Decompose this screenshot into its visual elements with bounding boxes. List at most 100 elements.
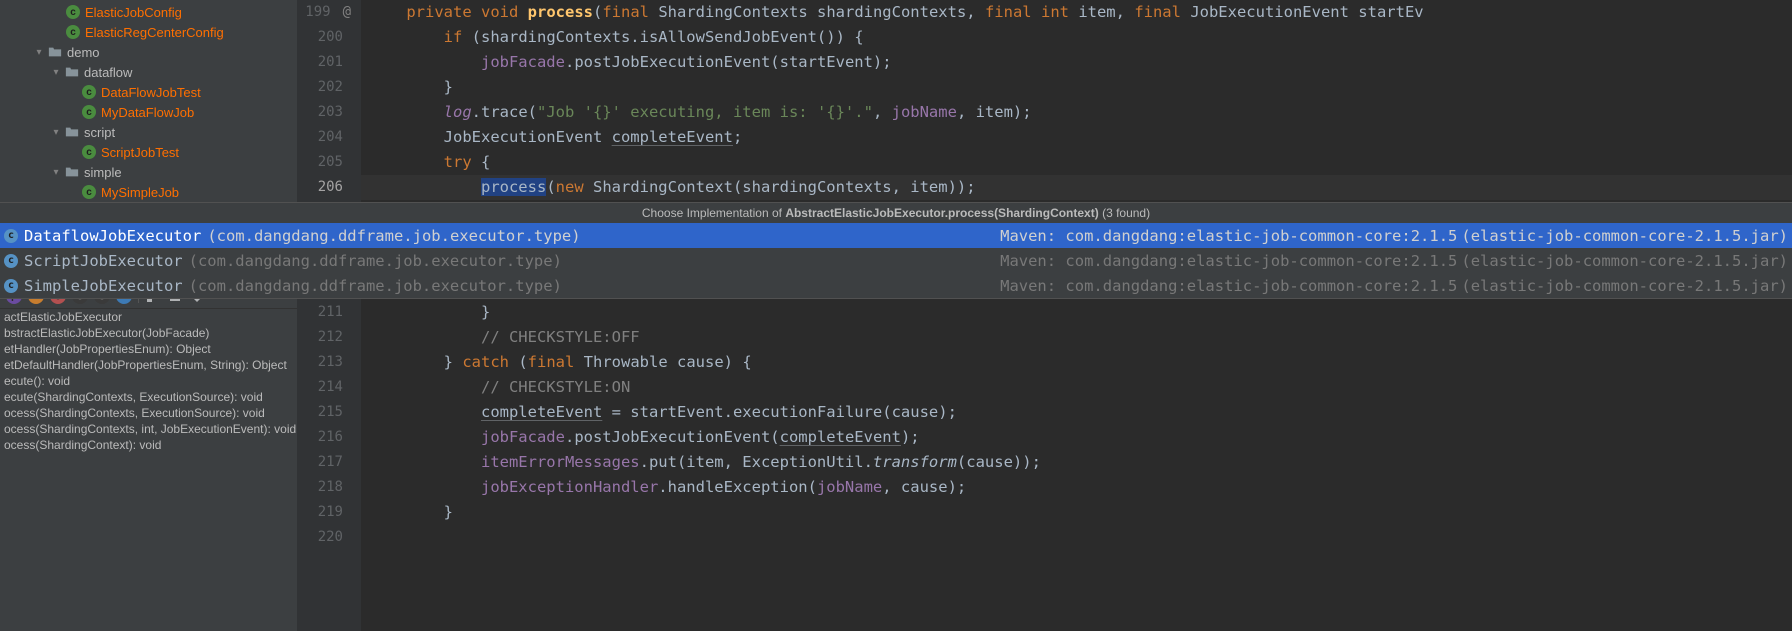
code-line[interactable]: [361, 525, 1792, 550]
gutter-line-number[interactable]: 205: [297, 150, 343, 175]
folder-icon: [48, 45, 62, 59]
tree-item-mydataflowjob[interactable]: c MyDataFlowJob: [0, 102, 297, 122]
code-line[interactable]: JobExecutionEvent completeEvent;: [361, 125, 1792, 150]
impl-maven-coords: Maven: com.dangdang:elastic-job-common-c…: [1000, 252, 1457, 270]
class-icon: c: [4, 229, 18, 243]
tree-item-elasticregcenterconfig[interactable]: cElasticRegCenterConfig: [0, 22, 297, 42]
code-line[interactable]: }: [361, 75, 1792, 100]
tree-item-mysimplejob[interactable]: c MySimpleJob: [0, 182, 297, 202]
class-icon: c: [82, 145, 96, 159]
structure-item[interactable]: etDefaultHandler(JobPropertiesEnum, Stri…: [0, 357, 297, 373]
class-icon: c: [82, 85, 96, 99]
gutter-line-number[interactable]: 211: [297, 300, 343, 325]
implementation-popup: Choose Implementation of AbstractElastic…: [0, 202, 1792, 299]
structure-item[interactable]: ocess(ShardingContexts, ExecutionSource)…: [0, 405, 297, 421]
tree-item-label: DataFlowJobTest: [101, 85, 201, 100]
class-icon: c: [66, 25, 80, 39]
gutter-line-number[interactable]: 217: [297, 450, 343, 475]
gutter-line-number[interactable]: 200: [297, 25, 343, 50]
gutter-line-number[interactable]: 206: [297, 175, 343, 200]
structure-item[interactable]: bstractElasticJobExecutor(JobFacade): [0, 325, 297, 341]
annotation-mark-icon[interactable]: @: [339, 4, 351, 20]
impl-class-name: ScriptJobExecutor: [24, 252, 183, 270]
gutter-line-number[interactable]: 204: [297, 125, 343, 150]
project-sidebar: cElasticJobConfigcElasticRegCenterConfig…: [0, 0, 297, 631]
impl-choice-scriptjobexecutor[interactable]: c ScriptJobExecutor (com.dangdang.ddframe.…: [0, 248, 1792, 273]
structure-item[interactable]: ecute(): void: [0, 373, 297, 389]
chevron-down-icon[interactable]: ▾: [50, 127, 62, 138]
code-area[interactable]: private void process(final ShardingConte…: [361, 0, 1792, 631]
gutter-line-number[interactable]: 212: [297, 325, 343, 350]
editor-gutter: 199@200201202203204205206 211212213214215…: [297, 0, 361, 631]
code-line[interactable]: // CHECKSTYLE:OFF: [361, 325, 1792, 350]
gutter-line-number[interactable]: 218: [297, 475, 343, 500]
folder-icon: [65, 125, 79, 139]
gutter-line-number[interactable]: 214: [297, 375, 343, 400]
gutter-line-number[interactable]: 202: [297, 75, 343, 100]
structure-item[interactable]: ecute(ShardingContexts, ExecutionSource)…: [0, 389, 297, 405]
structure-item[interactable]: ocess(ShardingContexts, int, JobExecutio…: [0, 421, 297, 437]
impl-package: (com.dangdang.ddframe.job.executor.type): [207, 227, 580, 245]
gutter-line-number[interactable]: 216: [297, 425, 343, 450]
code-line[interactable]: jobFacade.postJobExecutionEvent(startEve…: [361, 50, 1792, 75]
folder-icon: [65, 165, 79, 179]
impl-class-name: SimpleJobExecutor: [24, 277, 183, 295]
gutter-line-number[interactable]: 219: [297, 500, 343, 525]
gutter-line-number[interactable]: 201: [297, 50, 343, 75]
impl-jar: (elastic-job-common-core-2.1.5.jar): [1461, 252, 1788, 270]
tree-item-label: MyDataFlowJob: [101, 105, 194, 120]
code-line[interactable]: jobFacade.postJobExecutionEvent(complete…: [361, 425, 1792, 450]
impl-choice-dataflowjobexecutor[interactable]: cDataflowJobExecutor(com.dangdang.ddfram…: [0, 223, 1792, 248]
code-line[interactable]: }: [361, 300, 1792, 325]
gutter-line-number[interactable]: 220: [297, 525, 343, 550]
popup-title: Choose Implementation of AbstractElastic…: [0, 203, 1792, 223]
structure-item[interactable]: ocess(ShardingContext): void: [0, 437, 297, 453]
folder-icon: [65, 65, 79, 79]
class-icon: c: [4, 254, 18, 268]
chevron-down-icon[interactable]: ▾: [33, 47, 45, 58]
tree-item-label: dataflow: [84, 65, 132, 80]
code-line[interactable]: }: [361, 500, 1792, 525]
structure-list: actElasticJobExecutorbstractElasticJobEx…: [0, 309, 297, 631]
code-line[interactable]: } catch (final Throwable cause) {: [361, 350, 1792, 375]
gutter-line-number[interactable]: 215: [297, 400, 343, 425]
impl-maven-coords: Maven: com.dangdang:elastic-job-common-c…: [1000, 277, 1457, 295]
tree-item-elasticjobconfig[interactable]: cElasticJobConfig: [0, 2, 297, 22]
code-line[interactable]: if (shardingContexts.isAllowSendJobEvent…: [361, 25, 1792, 50]
tree-item-simple[interactable]: ▾ simple: [0, 162, 297, 182]
impl-choice-simplejobexecutor[interactable]: cSimpleJobExecutor(com.dangdang.ddframe.…: [0, 273, 1792, 298]
impl-jar: (elastic-job-common-core-2.1.5.jar): [1461, 277, 1788, 295]
code-line[interactable]: private void process(final ShardingConte…: [361, 0, 1792, 25]
tree-item-script[interactable]: ▾ script: [0, 122, 297, 142]
editor: 199@200201202203204205206 211212213214215…: [297, 0, 1792, 631]
code-line[interactable]: process(new ShardingContext(shardingCont…: [361, 175, 1792, 200]
tree-item-demo[interactable]: ▾demo: [0, 42, 297, 62]
tree-item-scriptjobtest[interactable]: cScriptJobTest: [0, 142, 297, 162]
code-line[interactable]: try {: [361, 150, 1792, 175]
code-line[interactable]: completeEvent = startEvent.executionFail…: [361, 400, 1792, 425]
tree-item-dataflow[interactable]: ▾ dataflow: [0, 62, 297, 82]
impl-package: (com.dangdang.ddframe.job.executor.type): [189, 252, 562, 270]
structure-item[interactable]: etHandler(JobPropertiesEnum): Object: [0, 341, 297, 357]
code-line[interactable]: itemErrorMessages.put(item, ExceptionUti…: [361, 450, 1792, 475]
code-line[interactable]: jobExceptionHandler.handleException(jobN…: [361, 475, 1792, 500]
chevron-down-icon[interactable]: ▾: [50, 167, 62, 178]
gutter-line-number[interactable]: 213: [297, 350, 343, 375]
gutter-line-number[interactable]: 199@: [297, 0, 343, 25]
class-icon: c: [82, 105, 96, 119]
project-tree: cElasticJobConfigcElasticRegCenterConfig…: [0, 0, 297, 222]
chevron-down-icon[interactable]: ▾: [50, 67, 62, 78]
gutter-line-number[interactable]: 203: [297, 100, 343, 125]
class-icon: c: [82, 185, 96, 199]
tree-item-dataflowjobtest[interactable]: c DataFlowJobTest: [0, 82, 297, 102]
tree-item-label: script: [84, 125, 115, 140]
tree-item-label: MySimpleJob: [101, 185, 179, 200]
impl-jar: (elastic-job-common-core-2.1.5.jar): [1461, 227, 1788, 245]
impl-maven-coords: Maven: com.dangdang:elastic-job-common-c…: [1000, 227, 1457, 245]
impl-package: (com.dangdang.ddframe.job.executor.type): [189, 277, 562, 295]
code-line[interactable]: log.trace("Job '{}' executing, item is: …: [361, 100, 1792, 125]
structure-item[interactable]: actElasticJobExecutor: [0, 309, 297, 325]
code-line[interactable]: // CHECKSTYLE:ON: [361, 375, 1792, 400]
class-icon: c: [66, 5, 80, 19]
tree-item-label: simple: [84, 165, 122, 180]
